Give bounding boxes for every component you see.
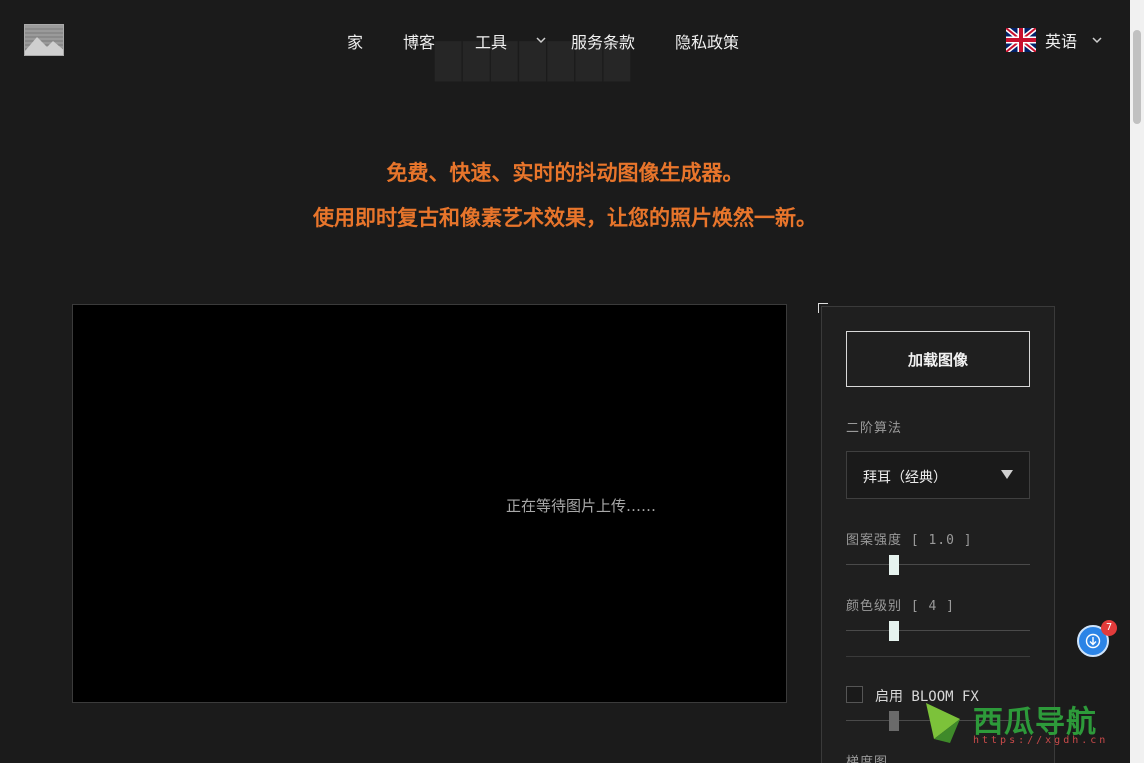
bloom-checkbox[interactable] — [846, 686, 863, 703]
nav-item-home[interactable]: 家 — [347, 29, 363, 53]
slider-track — [846, 564, 1030, 565]
hero-line-1: 免费、快速、实时的抖动图像生成器。 — [386, 160, 744, 185]
color-levels-slider[interactable] — [846, 621, 1030, 641]
main-nav: 家 博客 工具 服务条款 隐私政策 — [0, 29, 1130, 53]
nav-item-blog[interactable]: 博客 — [403, 29, 435, 53]
algorithm-select[interactable]: 拜耳（经典） — [846, 451, 1030, 499]
pattern-strength-slider[interactable] — [846, 555, 1030, 575]
uk-flag-icon — [1006, 28, 1036, 52]
image-preview-canvas[interactable]: 正在等待图片上传…… — [72, 304, 787, 703]
chevron-down-icon[interactable] — [535, 31, 547, 50]
download-arrow-icon — [1085, 633, 1101, 649]
nav-item-privacy[interactable]: 隐私政策 — [675, 29, 739, 53]
pattern-strength-label: 图案强度 [ 1.0 ] — [846, 533, 973, 548]
dropdown-triangle-icon — [1001, 470, 1013, 479]
slider-track — [846, 630, 1030, 631]
slider-thumb[interactable] — [888, 711, 899, 731]
site-header: ███████ 家 博客 工具 服务条款 隐私政策 英语 — [0, 0, 1130, 82]
algorithm-selected-value: 拜耳（经典） — [863, 470, 947, 486]
algorithm-label: 二阶算法 — [846, 421, 903, 436]
nav-item-tools[interactable]: 工具 — [475, 29, 507, 53]
load-image-button[interactable]: 加载图像 — [846, 331, 1030, 387]
chevron-down-icon — [1091, 31, 1103, 50]
slider-thumb[interactable] — [888, 555, 899, 575]
nav-item-terms[interactable]: 服务条款 — [571, 29, 635, 53]
language-label: 英语 — [1045, 32, 1078, 51]
page-scrollbar[interactable] — [1130, 0, 1144, 763]
floating-download-button[interactable]: 7 — [1077, 620, 1117, 657]
color-levels-label: 颜色级别 [ 4 ] — [846, 599, 955, 614]
gradient-map-label: 梯度图 — [846, 755, 889, 763]
watermark-logo-icon — [926, 703, 960, 743]
panel-divider — [846, 656, 1030, 657]
language-selector[interactable]: 英语 — [1006, 27, 1103, 53]
watermark-url: https://xgdh.cn — [973, 735, 1109, 746]
slider-thumb[interactable] — [888, 621, 899, 641]
waiting-upload-text: 正在等待图片上传…… — [506, 497, 657, 515]
notification-badge: 7 — [1101, 620, 1117, 636]
watermark: 西瓜导航 https://xgdh.cn — [918, 695, 1138, 755]
hero-tagline: 免费、快速、实时的抖动图像生成器。 使用即时复古和像素艺术效果，让您的照片焕然一… — [0, 150, 1130, 240]
scrollbar-thumb[interactable] — [1133, 30, 1141, 124]
hero-line-2: 使用即时复古和像素艺术效果，让您的照片焕然一新。 — [313, 205, 817, 230]
